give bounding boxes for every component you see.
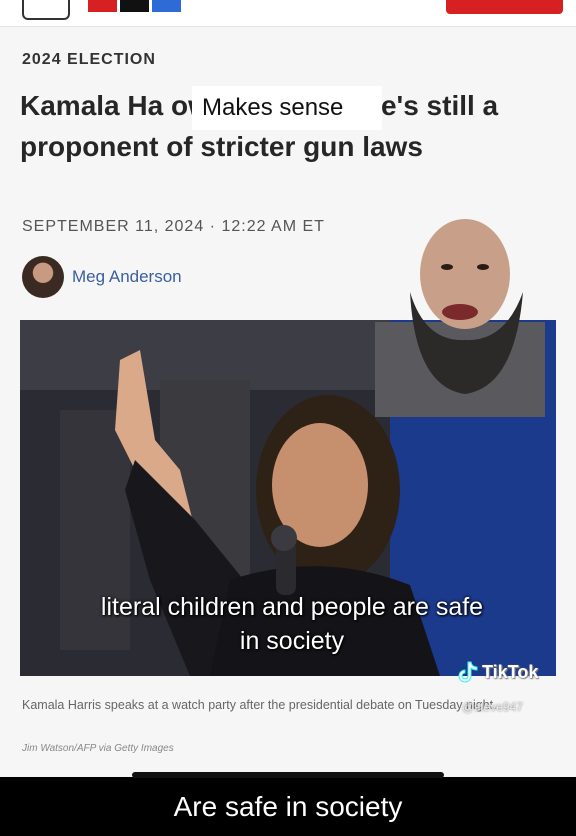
tiktok-brand: TikTok bbox=[482, 661, 539, 682]
section-kicker[interactable]: 2024 ELECTION bbox=[22, 51, 156, 69]
npr-logo[interactable] bbox=[88, 0, 181, 12]
video-subtitle-photo: literal children and people are safe in … bbox=[100, 593, 484, 655]
logo-block-p bbox=[120, 0, 149, 12]
video-overlay-label: Makes sense bbox=[192, 86, 382, 130]
creator-figure bbox=[375, 219, 545, 417]
tiktok-watermark: TikTok bbox=[456, 660, 538, 684]
bar-edge bbox=[132, 772, 444, 778]
tiktok-handle: @steve947 bbox=[462, 700, 523, 714]
logo-block-n bbox=[88, 0, 117, 12]
donate-button[interactable] bbox=[446, 0, 563, 14]
author-avatar bbox=[22, 256, 64, 298]
photo-credit: Jim Watson/AFP via Getty Images bbox=[22, 743, 174, 754]
logo-block-r bbox=[152, 0, 181, 12]
author-link[interactable]: Meg Anderson bbox=[72, 267, 182, 287]
byline: Meg Anderson bbox=[22, 256, 182, 298]
video-subtitle-bottom: Are safe in society bbox=[173, 791, 403, 822]
creator-overlay bbox=[365, 212, 555, 417]
tiktok-icon bbox=[458, 661, 478, 683]
article-dateline: SEPTEMBER 11, 2024 · 12:22 AM ET bbox=[22, 218, 325, 235]
site-header bbox=[0, 0, 576, 27]
menu-button[interactable] bbox=[22, 0, 70, 20]
